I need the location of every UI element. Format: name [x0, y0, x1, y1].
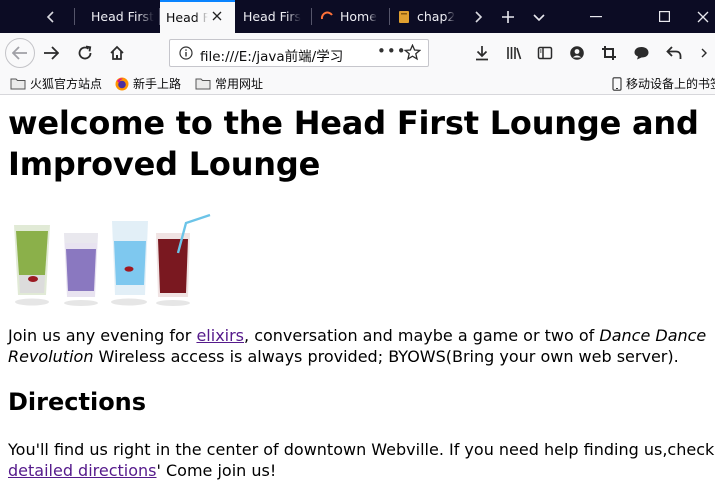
- mobile-bookmarks-label: 移动设备上的书签: [626, 77, 715, 91]
- undo-button[interactable]: [660, 39, 688, 67]
- sidebar-button[interactable]: [531, 39, 559, 67]
- tab-separator: [311, 8, 312, 25]
- crop-icon: [602, 46, 616, 60]
- list-all-tabs-button[interactable]: [524, 0, 554, 33]
- close-icon: [697, 11, 708, 22]
- screenshot-button[interactable]: [595, 39, 623, 67]
- overflow-menu-button[interactable]: [693, 39, 715, 67]
- tab-label: chap2: [417, 9, 455, 24]
- firefox-icon: [115, 77, 129, 90]
- bookmarks-toolbar: 火狐官方站点 新手上路 常用网址 移动设备上的书签: [0, 73, 715, 95]
- tab-scroll-left-button[interactable]: [36, 0, 66, 33]
- home-icon: [110, 45, 124, 60]
- tab-head-first-1[interactable]: Head First: [85, 0, 160, 33]
- sidebar-icon: [537, 46, 553, 60]
- plus-icon: [502, 10, 514, 23]
- intro-emphasis-line2: Revolution: [8, 347, 94, 366]
- bookmark-firefox-official[interactable]: 火狐官方站点: [10, 75, 102, 92]
- chat-bubble-icon: [634, 47, 648, 60]
- forward-button[interactable]: [37, 39, 65, 67]
- tab-scroll-right-button[interactable]: [463, 0, 493, 33]
- url-text[interactable]: file:///E:/java前端/学习: [200, 45, 350, 65]
- maximize-button[interactable]: [641, 0, 687, 33]
- chevron-left-icon: [46, 10, 54, 23]
- loading-spinner-icon: [320, 11, 333, 19]
- bookmark-label: 火狐官方站点: [30, 77, 103, 91]
- bookmark-label: 常用网址: [215, 77, 264, 91]
- home-button[interactable]: [103, 39, 131, 67]
- navigation-toolbar: file:///E:/java前端/学习 •••: [0, 33, 715, 73]
- book-icon: [399, 10, 409, 23]
- elixirs-link[interactable]: elixirs: [196, 326, 244, 345]
- mobile-bookmarks[interactable]: 移动设备上的书签: [612, 75, 715, 92]
- star-icon[interactable]: [404, 44, 421, 61]
- undo-icon: [666, 46, 682, 59]
- tab-head-first-active[interactable]: Head F: [160, 0, 235, 33]
- close-window-button[interactable]: [690, 0, 715, 33]
- info-icon[interactable]: [179, 46, 193, 60]
- directions-paragraph: You'll find us right in the center of do…: [8, 439, 715, 481]
- minimize-icon: [590, 15, 602, 17]
- web-page-content: welcome to the Head First Lounge and Imp…: [0, 95, 715, 502]
- tab-separator: [389, 8, 390, 25]
- tab-chap2[interactable]: chap2: [391, 0, 461, 33]
- tab-label: Head First: [91, 9, 154, 24]
- intro-emphasis-line1: Dance Dance: [599, 326, 707, 345]
- chevron-right-icon: [701, 48, 707, 58]
- bookmark-label: 新手上路: [133, 77, 182, 91]
- tab-head-first-3[interactable]: Head Firs: [237, 0, 312, 33]
- directions-text-end: ' Come join us!: [156, 461, 277, 480]
- directions-heading: Directions: [8, 388, 147, 416]
- tab-close-button[interactable]: [212, 10, 222, 25]
- tab-label: Head Firs: [243, 9, 302, 24]
- directions-text: You'll find us right in the center of do…: [8, 440, 715, 459]
- intro-text-start: Join us any evening for: [8, 326, 197, 345]
- folder-icon: [10, 78, 26, 90]
- intro-text-end: Wireless access is always provided; BYOW…: [93, 347, 679, 366]
- maximize-icon: [658, 11, 670, 22]
- reload-button[interactable]: [71, 39, 99, 67]
- library-button[interactable]: [500, 39, 528, 67]
- new-tab-button[interactable]: [493, 0, 523, 33]
- tab-label: Head F: [166, 10, 208, 25]
- intro-text-middle: , conversation and maybe a game or two o…: [244, 326, 600, 345]
- chevron-down-icon: [533, 13, 545, 21]
- tab-strip: Head First Head F Head Firs Home chap2: [0, 0, 715, 33]
- download-icon: [476, 46, 488, 61]
- arrow-right-icon: [44, 46, 59, 60]
- mobile-device-icon: [612, 76, 622, 91]
- page-heading: welcome to the Head First Lounge and Imp…: [8, 104, 699, 183]
- minimize-button[interactable]: [573, 0, 619, 33]
- library-icon: [507, 47, 522, 60]
- account-button[interactable]: [563, 39, 591, 67]
- drinks-image: [14, 213, 211, 306]
- back-button[interactable]: [5, 38, 35, 68]
- close-icon: [212, 11, 222, 21]
- detailed-directions-link[interactable]: detailed directions: [8, 461, 157, 480]
- url-bar[interactable]: file:///E:/java前端/学习 •••: [169, 39, 429, 67]
- bookmark-getting-started[interactable]: 新手上路: [115, 75, 181, 92]
- page-actions-button[interactable]: •••: [377, 42, 407, 60]
- tab-separator: [74, 8, 75, 25]
- account-icon: [570, 46, 584, 60]
- arrow-left-icon: [12, 46, 27, 60]
- tab-label: Home: [340, 9, 377, 24]
- chat-button[interactable]: [627, 39, 655, 67]
- intro-paragraph: Join us any evening for elixirs, convers…: [8, 325, 708, 367]
- chevron-right-icon: [475, 10, 483, 23]
- downloads-button[interactable]: [468, 39, 496, 67]
- bookmark-common-sites[interactable]: 常用网址: [195, 75, 263, 92]
- reload-icon: [78, 45, 92, 60]
- tab-home[interactable]: Home: [314, 0, 389, 33]
- folder-icon: [195, 78, 211, 90]
